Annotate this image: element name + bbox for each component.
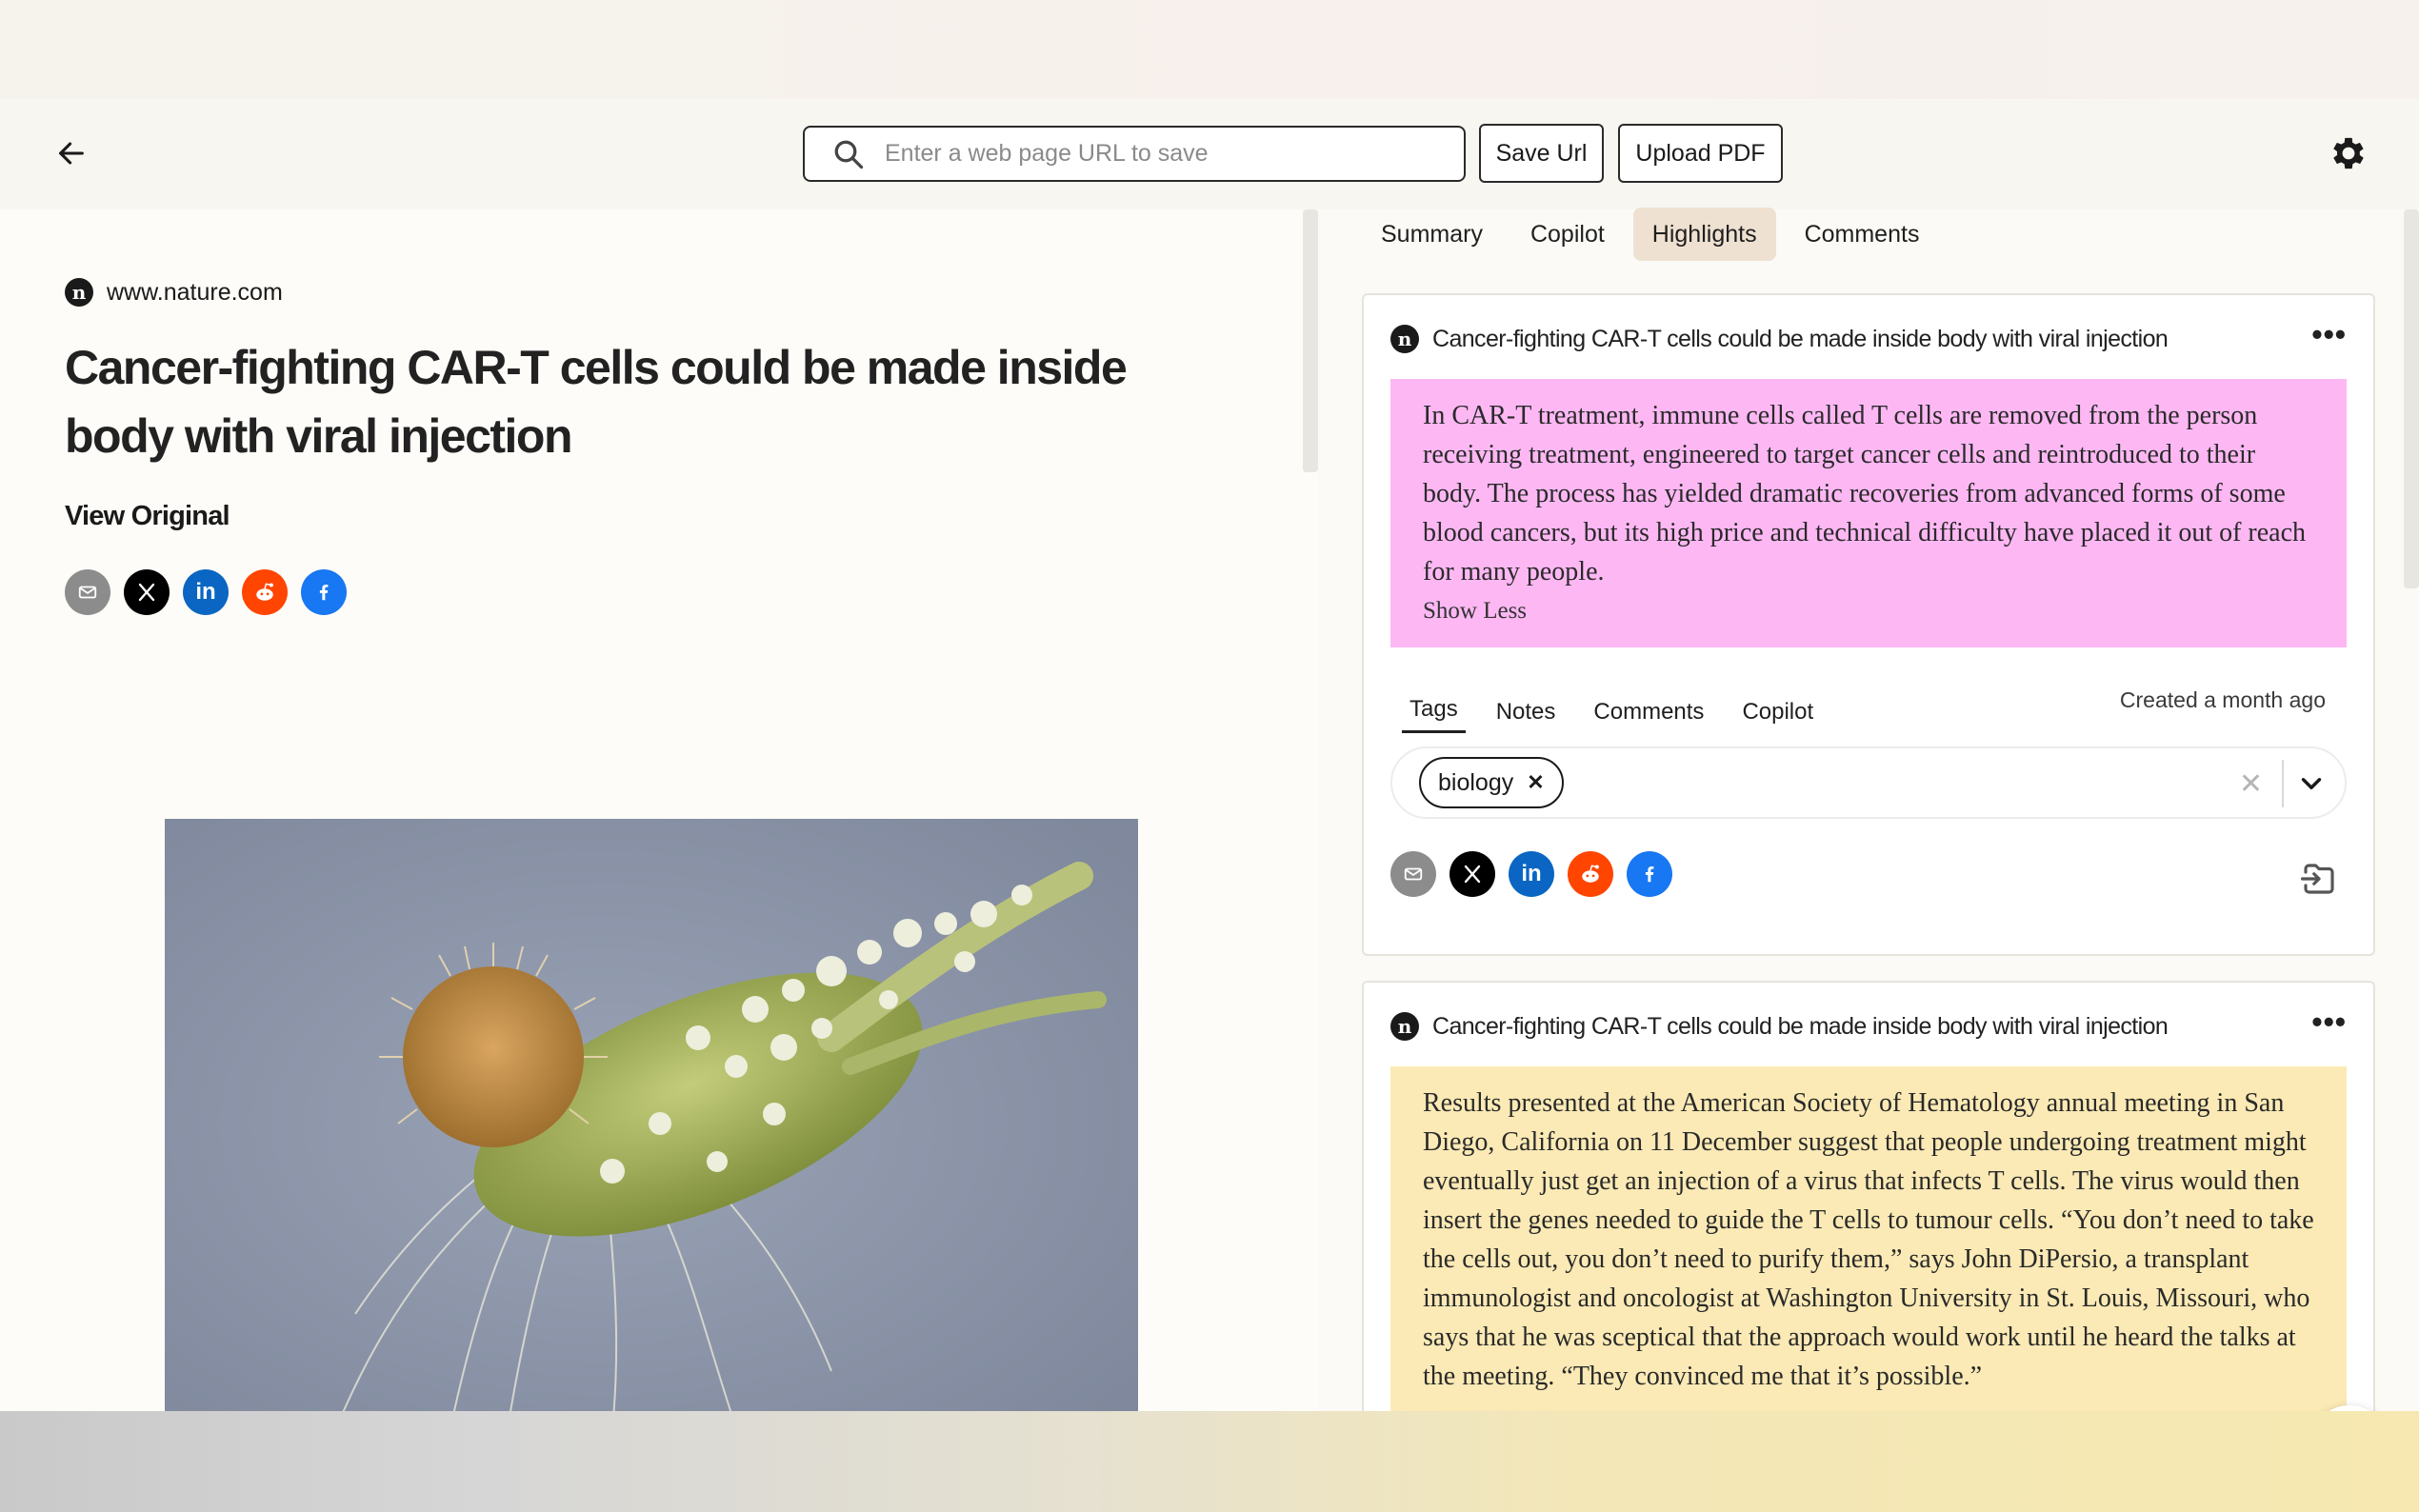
created-timestamp: Created a month ago [2119,687,2326,712]
cell-micrograph-image [165,819,1138,1411]
panel-tabs: Summary Copilot Highlights Comments [1362,208,1948,261]
header: Save Url Upload PDF [0,99,2419,209]
back-button[interactable] [48,129,95,177]
more-options-icon[interactable]: ••• [2311,319,2347,353]
article-reader: n www.nature.com Cancer-fighting CAR-T c… [0,209,1318,1411]
article-source: n www.nature.com [65,278,283,307]
nature-logo-icon: n [1390,325,1419,353]
article-hero-image [165,819,1138,1411]
tab-summary[interactable]: Summary [1362,208,1502,261]
divider [2282,760,2284,807]
reddit-share-button[interactable] [242,569,288,615]
view-original-link[interactable]: View Original [65,501,230,532]
more-options-icon[interactable]: ••• [2311,1006,2347,1041]
facebook-icon [319,585,329,601]
linkedin-icon: in [195,579,216,605]
show-less-link[interactable]: Show Less [1423,591,2314,630]
remove-tag-icon[interactable]: ✕ [1527,770,1544,795]
highlight-text-block[interactable]: In CAR-T treatment, immune cells called … [1390,379,2347,647]
highlight-text-block[interactable]: Results presented at the American Societ… [1390,1066,2347,1411]
highlight-source-title: Cancer-fighting CAR-T cells could be mad… [1432,325,2169,352]
save-url-button[interactable]: Save Url [1479,124,1604,183]
url-search-box[interactable] [803,126,1466,182]
email-share-button[interactable] [1390,851,1436,897]
facebook-share-button[interactable] [1627,851,1672,897]
clear-tags-icon[interactable]: ✕ [2239,767,2263,801]
highlight-card-header: n Cancer-fighting CAR-T cells could be m… [1390,1006,2347,1045]
email-share-button[interactable] [65,569,110,615]
nature-logo-icon: n [1390,1012,1419,1041]
tag-select[interactable]: biology ✕ ✕ [1390,746,2347,819]
sub-tab-notes[interactable]: Notes [1489,699,1564,733]
reddit-icon [1582,865,1599,883]
tag-label: biology [1438,768,1514,796]
top-background [0,0,2419,99]
gear-icon[interactable] [2328,132,2369,174]
upload-pdf-button[interactable]: Upload PDF [1618,124,1783,183]
highlight-text: In CAR-T treatment, immune cells called … [1423,401,2307,587]
export-icon[interactable] [2299,859,2339,899]
x-icon [1464,865,1481,884]
x-icon [138,583,155,602]
highlight-card: n Cancer-fighting CAR-T cells could be m… [1362,981,2375,1411]
sub-tab-copilot[interactable]: Copilot [1734,699,1821,733]
reader-scrollbar[interactable] [1303,209,1318,472]
highlight-source-title: Cancer-fighting CAR-T cells could be mad… [1432,1012,2169,1040]
highlight-card-header: n Cancer-fighting CAR-T cells could be m… [1390,319,2347,358]
linkedin-share-button[interactable]: in [183,569,229,615]
highlight-text: Results presented at the American Societ… [1423,1088,2314,1391]
sub-tab-tags[interactable]: Tags [1402,696,1466,733]
linkedin-icon: in [1521,861,1542,886]
tag-chip: biology ✕ [1419,757,1564,808]
panel-scrollbar[interactable] [2404,209,2419,588]
reddit-share-button[interactable] [1568,851,1613,897]
arrow-left-icon [59,142,84,165]
tab-highlights[interactable]: Highlights [1632,208,1776,261]
x-share-button[interactable] [1449,851,1495,897]
url-input[interactable] [885,140,1418,168]
tab-copilot[interactable]: Copilot [1511,208,1624,261]
bottom-background [0,1411,2419,1512]
facebook-icon [1645,866,1654,883]
email-icon [78,586,97,599]
tab-comments[interactable]: Comments [1786,208,1939,261]
nature-logo-icon: n [65,278,93,307]
chevron-down-icon[interactable] [2295,767,2328,800]
linkedin-share-button[interactable]: in [1509,851,1554,897]
highlight-share-row: in [1390,851,1672,897]
reddit-icon [256,583,273,601]
facebook-share-button[interactable] [301,569,347,615]
article-share-row: in [65,569,347,615]
app-window: Save Url Upload PDF n www.nature.com Can… [0,99,2419,1411]
x-share-button[interactable] [124,569,170,615]
article-title: Cancer-fighting CAR-T cells could be mad… [65,341,1128,463]
highlight-card: n Cancer-fighting CAR-T cells could be m… [1362,293,2375,956]
site-domain: www.nature.com [107,278,283,306]
email-icon [1404,867,1423,881]
sub-tab-comments[interactable]: Comments [1586,699,1711,733]
search-icon [834,140,864,169]
